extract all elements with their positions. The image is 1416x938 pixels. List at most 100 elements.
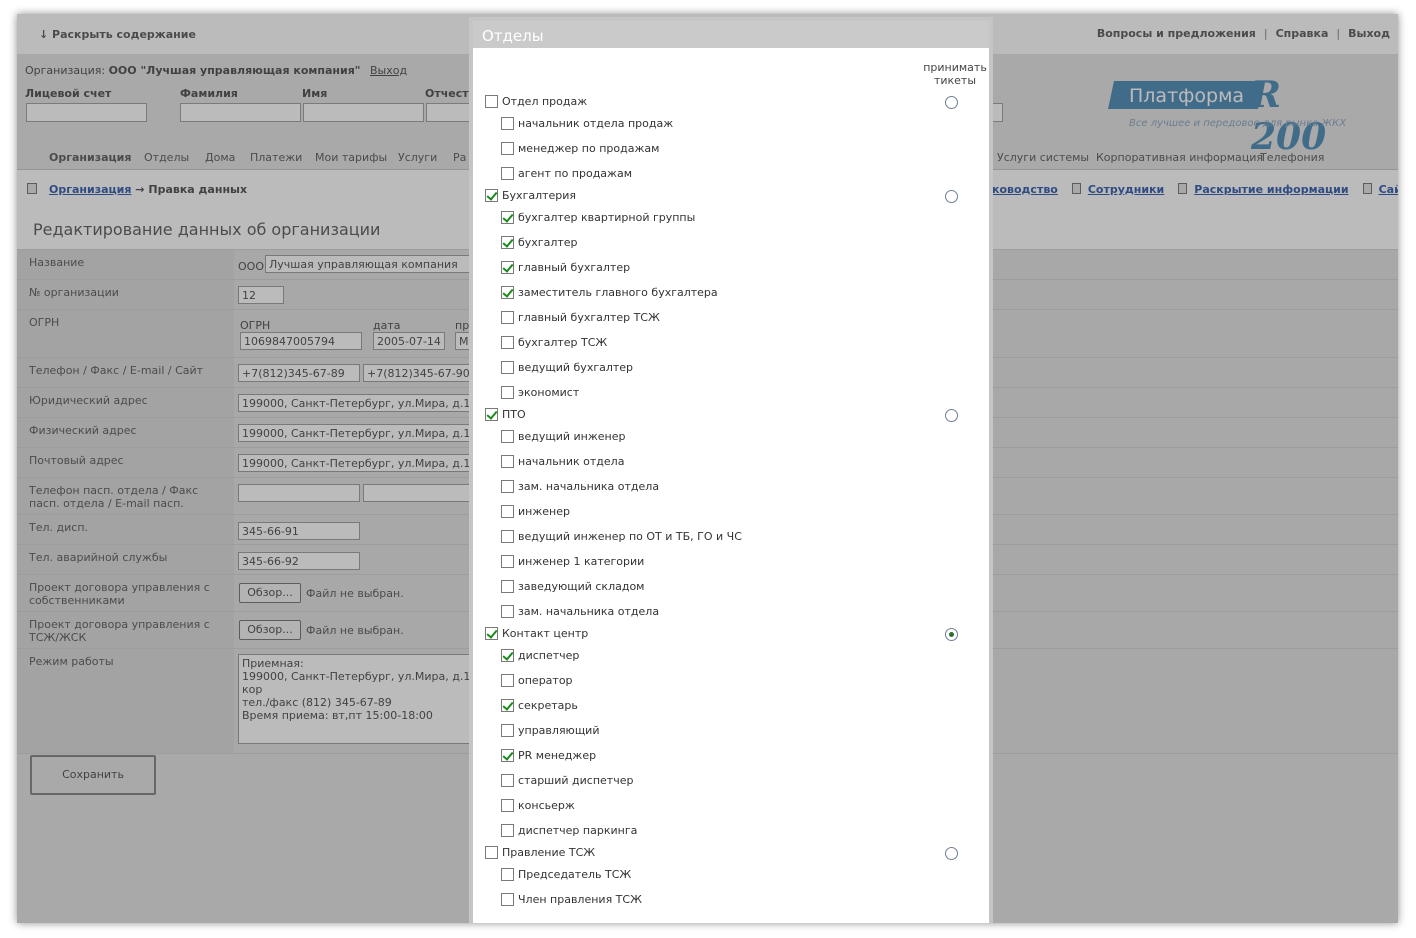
role-row[interactable]: зам. начальника отдела xyxy=(501,480,659,493)
role-row[interactable]: бухгалтер xyxy=(501,236,578,249)
accept-tickets-radio[interactable] xyxy=(945,409,958,422)
role-row[interactable]: Председатель ТСЖ xyxy=(501,868,631,881)
role-checkbox[interactable] xyxy=(501,605,514,618)
accept-tickets-radio[interactable] xyxy=(945,190,958,203)
role-label: ведущий инженер xyxy=(518,430,626,443)
role-checkbox[interactable] xyxy=(501,117,514,130)
role-label: старший диспетчер xyxy=(518,774,634,787)
role-label: диспетчер паркинга xyxy=(518,824,638,837)
role-checkbox[interactable] xyxy=(501,336,514,349)
role-row[interactable]: PR менеджер xyxy=(501,749,596,762)
role-row[interactable]: начальник отдела xyxy=(501,455,624,468)
role-row[interactable]: зам. начальника отдела xyxy=(501,605,659,618)
role-checkbox[interactable] xyxy=(501,674,514,687)
role-checkbox[interactable] xyxy=(501,311,514,324)
role-checkbox[interactable] xyxy=(501,386,514,399)
role-row[interactable]: ведущий инженер xyxy=(501,430,625,443)
department-row[interactable]: Отдел продаж xyxy=(485,95,587,108)
role-label: Председатель ТСЖ xyxy=(518,868,632,881)
department-row[interactable]: ПТО xyxy=(485,408,526,421)
role-checkbox[interactable] xyxy=(501,286,514,299)
role-checkbox[interactable] xyxy=(501,649,514,662)
role-row[interactable]: заместитель главного бухгалтера xyxy=(501,286,718,299)
role-checkbox[interactable] xyxy=(501,211,514,224)
role-checkbox[interactable] xyxy=(501,555,514,568)
role-checkbox[interactable] xyxy=(501,167,514,180)
role-row[interactable]: агент по продажам xyxy=(501,167,632,180)
accept-tickets-radio[interactable] xyxy=(945,96,958,109)
role-label: ведущий бухгалтер xyxy=(518,361,634,374)
department-checkbox[interactable] xyxy=(485,627,498,640)
modal-title: Отделы xyxy=(473,21,989,48)
role-checkbox[interactable] xyxy=(501,749,514,762)
role-label: диспетчер xyxy=(518,649,580,662)
role-checkbox[interactable] xyxy=(501,261,514,274)
role-checkbox[interactable] xyxy=(501,699,514,712)
browser-frame: ↓ Раскрыть содержание Вопросы и предложе… xyxy=(17,14,1398,923)
role-label: главный бухгалтер xyxy=(518,261,631,274)
role-label: ведущий инженер по ОТ и ТБ, ГО и ЧС xyxy=(518,530,742,543)
role-label: управляющий xyxy=(518,724,600,737)
role-label: зам. начальника отдела xyxy=(518,480,660,493)
role-label: менеджер по продажам xyxy=(518,142,660,155)
role-label: секретарь xyxy=(518,699,578,712)
role-row[interactable]: консьерж xyxy=(501,799,575,812)
role-checkbox[interactable] xyxy=(501,893,514,906)
role-row[interactable]: инженер 1 категории xyxy=(501,555,644,568)
role-row[interactable]: старший диспетчер xyxy=(501,774,633,787)
role-row[interactable]: менеджер по продажам xyxy=(501,142,659,155)
department-checkbox[interactable] xyxy=(485,95,498,108)
role-row[interactable]: начальник отдела продаж xyxy=(501,117,673,130)
role-label: агент по продажам xyxy=(518,167,633,180)
role-checkbox[interactable] xyxy=(501,455,514,468)
department-checkbox[interactable] xyxy=(485,408,498,421)
role-checkbox[interactable] xyxy=(501,774,514,787)
role-checkbox[interactable] xyxy=(501,142,514,155)
role-row[interactable]: ведущий инженер по ОТ и ТБ, ГО и ЧС xyxy=(501,530,742,543)
role-row[interactable]: оператор xyxy=(501,674,573,687)
accept-tickets-radio[interactable] xyxy=(945,847,958,860)
role-row[interactable]: диспетчер xyxy=(501,649,579,662)
department-label: Бухгалтерия xyxy=(502,189,577,202)
role-row[interactable]: секретарь xyxy=(501,699,578,712)
role-label: инженер 1 категории xyxy=(518,555,645,568)
role-checkbox[interactable] xyxy=(501,724,514,737)
role-label: Член правления ТСЖ xyxy=(518,893,642,906)
role-label: заведующий складом xyxy=(518,580,645,593)
role-checkbox[interactable] xyxy=(501,799,514,812)
role-row[interactable]: бухгалтер ТСЖ xyxy=(501,336,607,349)
department-row[interactable]: Правление ТСЖ xyxy=(485,846,595,859)
role-row[interactable]: инженер xyxy=(501,505,570,518)
role-checkbox[interactable] xyxy=(501,530,514,543)
department-label: Правление ТСЖ xyxy=(502,846,596,859)
department-row[interactable]: Контакт центр xyxy=(485,627,588,640)
role-row[interactable]: заведующий складом xyxy=(501,580,644,593)
role-checkbox[interactable] xyxy=(501,824,514,837)
department-row[interactable]: Бухгалтерия xyxy=(485,189,576,202)
role-row[interactable]: экономист xyxy=(501,386,579,399)
role-label: начальник отдела продаж xyxy=(518,117,674,130)
role-row[interactable]: главный бухгалтер ТСЖ xyxy=(501,311,660,324)
role-row[interactable]: ведущий бухгалтер xyxy=(501,361,633,374)
role-row[interactable]: главный бухгалтер xyxy=(501,261,630,274)
role-label: бухгалтер ТСЖ xyxy=(518,336,608,349)
role-row[interactable]: бухгалтер квартирной группы xyxy=(501,211,695,224)
role-checkbox[interactable] xyxy=(501,580,514,593)
role-checkbox[interactable] xyxy=(501,430,514,443)
role-checkbox[interactable] xyxy=(501,480,514,493)
role-checkbox[interactable] xyxy=(501,361,514,374)
role-label: экономист xyxy=(518,386,580,399)
role-row[interactable]: диспетчер паркинга xyxy=(501,824,637,837)
role-checkbox[interactable] xyxy=(501,236,514,249)
role-label: зам. начальника отдела xyxy=(518,605,660,618)
role-row[interactable]: Член правления ТСЖ xyxy=(501,893,642,906)
accept-tickets-radio[interactable] xyxy=(945,628,958,641)
department-checkbox[interactable] xyxy=(485,846,498,859)
departments-modal: Отделы принимать тикеты Отдел продаж нача… xyxy=(469,17,993,923)
role-label: консьерж xyxy=(518,799,575,812)
role-checkbox[interactable] xyxy=(501,505,514,518)
department-label: Контакт центр xyxy=(502,627,589,640)
department-checkbox[interactable] xyxy=(485,189,498,202)
role-checkbox[interactable] xyxy=(501,868,514,881)
role-row[interactable]: управляющий xyxy=(501,724,599,737)
